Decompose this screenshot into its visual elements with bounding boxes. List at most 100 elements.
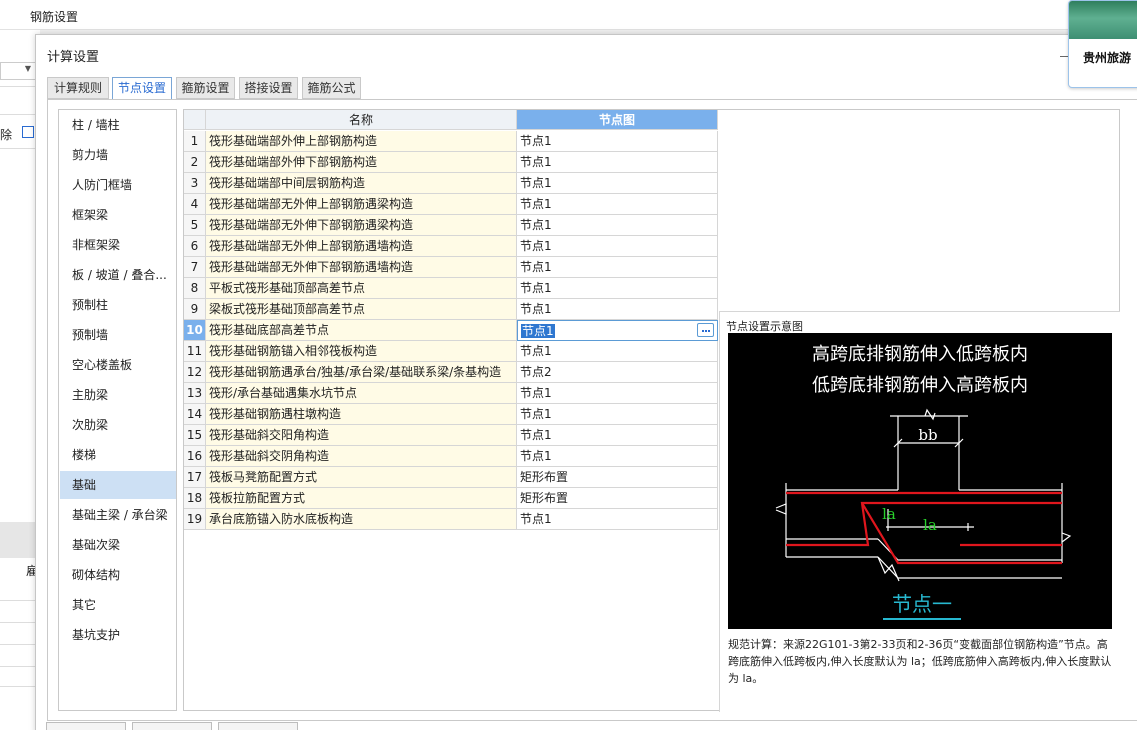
category-item[interactable]: 基础主梁 / 承台梁 — [60, 501, 176, 529]
category-item[interactable]: 次肋梁 — [60, 411, 176, 439]
setting-name-cell[interactable]: 平板式筏形基础顶部高差节点 — [206, 278, 517, 299]
setting-name-cell[interactable]: 筏形基础钢筋遇承台/独基/承台梁/基础联系梁/条基构造 — [206, 362, 517, 383]
node-value-cell[interactable]: 矩形布置 — [517, 488, 718, 509]
table-row[interactable]: 3 筏形基础端部中间层钢筋构造 节点1 — [184, 173, 718, 194]
node-value-cell[interactable]: 节点1 — [517, 446, 718, 467]
table-row[interactable]: 12 筏形基础钢筋遇承台/独基/承台梁/基础联系梁/条基构造 节点2 — [184, 362, 718, 383]
node-value-cell[interactable]: 节点1 — [517, 320, 718, 341]
category-item[interactable]: 基坑支护 — [60, 621, 176, 649]
table-row[interactable]: 16 筏形基础斜交阴角构造 节点1 — [184, 446, 718, 467]
copy-icon[interactable] — [22, 126, 34, 138]
setting-name-cell[interactable]: 筏形基础钢筋遇柱墩构造 — [206, 404, 517, 425]
delete-button[interactable]: 除 — [0, 126, 12, 143]
table-row[interactable]: 5 筏形基础端部无外伸下部钢筋遇梁构造 节点1 — [184, 215, 718, 236]
table-row[interactable]: 1 筏形基础端部外伸上部钢筋构造 节点1 — [184, 131, 718, 152]
table-row[interactable]: 10 筏形基础底部高差节点 节点1 — [184, 320, 718, 341]
table-row[interactable]: 7 筏形基础端部无外伸下部钢筋遇墙构造 节点1 — [184, 257, 718, 278]
table-row[interactable]: 6 筏形基础端部无外伸上部钢筋遇墙构造 节点1 — [184, 236, 718, 257]
dialog-footer-button[interactable] — [218, 722, 298, 730]
setting-name-cell[interactable]: 承台底筋锚入防水底板构造 — [206, 509, 517, 530]
setting-name-cell[interactable]: 梁板式筏形基础顶部高差节点 — [206, 299, 517, 320]
divider — [0, 86, 36, 87]
table-row[interactable]: 4 筏形基础端部无外伸上部钢筋遇梁构造 节点1 — [184, 194, 718, 215]
travel-popup[interactable]: 贵州旅游 — [1068, 0, 1137, 88]
setting-name-cell[interactable]: 筏形基础斜交阳角构造 — [206, 425, 517, 446]
dialog-footer-button[interactable] — [46, 722, 126, 730]
node-value-cell[interactable]: 节点1 — [517, 299, 718, 320]
node-value-cell[interactable]: 节点1 — [517, 341, 718, 362]
node-column-header[interactable]: 节点图 — [517, 110, 718, 130]
row-number: 19 — [184, 509, 206, 530]
category-item[interactable]: 基础次梁 — [60, 531, 176, 559]
node-value-cell[interactable]: 节点1 — [517, 278, 718, 299]
table-row[interactable]: 8 平板式筏形基础顶部高差节点 节点1 — [184, 278, 718, 299]
category-item[interactable]: 剪力墙 — [60, 141, 176, 169]
setting-name-cell[interactable]: 筏形/承台基础遇集水坑节点 — [206, 383, 517, 404]
table-row[interactable]: 2 筏形基础端部外伸下部钢筋构造 节点1 — [184, 152, 718, 173]
node-value-cell[interactable]: 节点1 — [517, 215, 718, 236]
divider — [0, 686, 36, 687]
setting-name-cell[interactable]: 筏形基础端部外伸下部钢筋构造 — [206, 152, 517, 173]
node-value-cell[interactable]: 节点1 — [517, 257, 718, 278]
table-row[interactable]: 14 筏形基础钢筋遇柱墩构造 节点1 — [184, 404, 718, 425]
table-row[interactable]: 18 筏板拉筋配置方式 矩形布置 — [184, 488, 718, 509]
ellipsis-icon[interactable] — [697, 323, 714, 337]
minimize-button[interactable] — [1060, 56, 1068, 57]
table-row[interactable]: 15 筏形基础斜交阳角构造 节点1 — [184, 425, 718, 446]
row-number: 17 — [184, 467, 206, 488]
setting-name-cell[interactable]: 筏形基础钢筋锚入相邻筏板构造 — [206, 341, 517, 362]
category-item[interactable]: 楼梯 — [60, 441, 176, 469]
setting-name-cell[interactable]: 筏形基础端部外伸上部钢筋构造 — [206, 131, 517, 152]
setting-name-cell[interactable]: 筏形基础端部无外伸上部钢筋遇墙构造 — [206, 236, 517, 257]
table-row[interactable]: 13 筏形/承台基础遇集水坑节点 节点1 — [184, 383, 718, 404]
category-item[interactable]: 预制柱 — [60, 291, 176, 319]
node-value-cell[interactable]: 节点1 — [517, 152, 718, 173]
setting-name-cell[interactable]: 筏形基础端部无外伸下部钢筋遇墙构造 — [206, 257, 517, 278]
node-value-cell[interactable]: 节点2 — [517, 362, 718, 383]
category-item[interactable]: 基础 — [60, 471, 176, 499]
category-item[interactable]: 柱 / 墙柱 — [60, 111, 176, 139]
node-value-cell[interactable]: 节点1 — [517, 509, 718, 530]
row-number: 7 — [184, 257, 206, 278]
category-item[interactable]: 空心楼盖板 — [60, 351, 176, 379]
name-column-header[interactable]: 名称 — [206, 110, 517, 130]
tab-lap-settings[interactable]: 搭接设置 — [239, 77, 298, 99]
tab-node-settings[interactable]: 节点设置 — [112, 77, 172, 100]
tab-calc-rules[interactable]: 计算规则 — [47, 77, 109, 99]
category-item[interactable]: 预制墙 — [60, 321, 176, 349]
node-value-cell[interactable]: 节点1 — [517, 236, 718, 257]
table-row[interactable]: 9 梁板式筏形基础顶部高差节点 节点1 — [184, 299, 718, 320]
row-number: 1 — [184, 131, 206, 152]
node-value-cell[interactable]: 矩形布置 — [517, 467, 718, 488]
node-value-cell[interactable]: 节点1 — [517, 173, 718, 194]
table-row[interactable]: 11 筏形基础钢筋锚入相邻筏板构造 节点1 — [184, 341, 718, 362]
category-item[interactable]: 主肋梁 — [60, 381, 176, 409]
node-value-cell[interactable]: 节点1 — [517, 383, 718, 404]
category-item[interactable]: 框架梁 — [60, 201, 176, 229]
setting-name-cell[interactable]: 筏形基础端部无外伸上部钢筋遇梁构造 — [206, 194, 517, 215]
setting-name-cell[interactable]: 筏形基础端部无外伸下部钢筋遇梁构造 — [206, 215, 517, 236]
category-item[interactable]: 砌体结构 — [60, 561, 176, 589]
node-value-selected-text[interactable]: 节点1 — [521, 324, 555, 338]
node-value-cell[interactable]: 节点1 — [517, 194, 718, 215]
node-value-cell[interactable]: 节点1 — [517, 425, 718, 446]
category-item[interactable]: 非框架梁 — [60, 231, 176, 259]
tab-stirrup-formula[interactable]: 箍筋公式 — [302, 77, 361, 99]
category-item[interactable]: 板 / 坡道 / 叠合... — [60, 261, 176, 289]
setting-name-cell[interactable]: 筏板马凳筋配置方式 — [206, 467, 517, 488]
background-dropdown[interactable]: ▼ — [0, 62, 36, 80]
table-row[interactable]: 19 承台底筋锚入防水底板构造 节点1 — [184, 509, 718, 530]
node-value-cell[interactable]: 节点1 — [517, 131, 718, 152]
category-item[interactable]: 其它 — [60, 591, 176, 619]
category-item[interactable]: 人防门框墙 — [60, 171, 176, 199]
tab-stirrup-settings[interactable]: 箍筋设置 — [176, 77, 235, 99]
category-list: 柱 / 墙柱 剪力墙 人防门框墙 框架梁 非框架梁板 / 坡道 / 叠合... 预制柱 预制… — [58, 109, 177, 711]
dialog-footer-button[interactable] — [132, 722, 212, 730]
setting-name-cell[interactable]: 筏形基础底部高差节点 — [206, 320, 517, 341]
node-value-cell[interactable]: 节点1 — [517, 404, 718, 425]
setting-name-cell[interactable]: 筏板拉筋配置方式 — [206, 488, 517, 509]
divider — [0, 114, 36, 115]
table-row[interactable]: 17 筏板马凳筋配置方式 矩形布置 — [184, 467, 718, 488]
setting-name-cell[interactable]: 筏形基础斜交阴角构造 — [206, 446, 517, 467]
setting-name-cell[interactable]: 筏形基础端部中间层钢筋构造 — [206, 173, 517, 194]
